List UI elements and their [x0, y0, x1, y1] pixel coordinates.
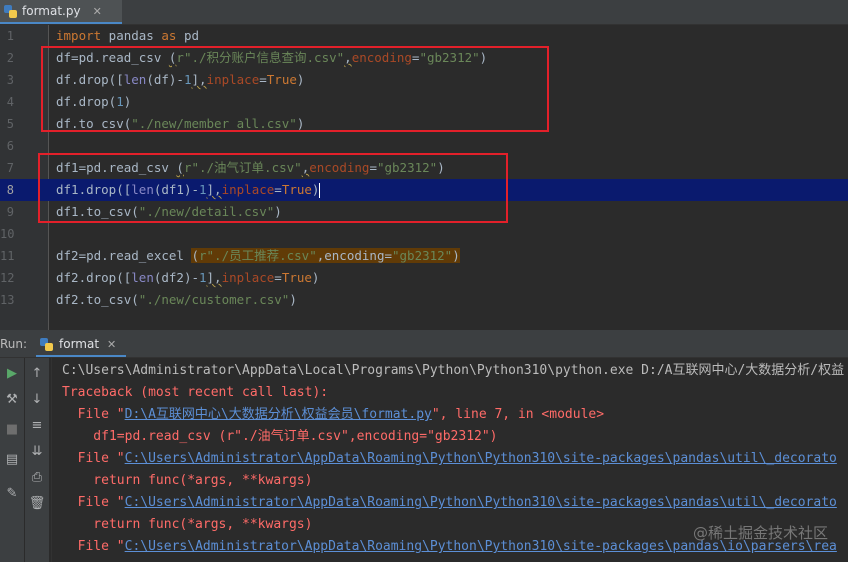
line-number: 8 — [6, 183, 14, 197]
tab-format-py[interactable]: format.py ✕ — [0, 0, 122, 24]
soft-wrap-icon[interactable]: ≡ — [25, 416, 49, 436]
scroll-to-end-icon[interactable]: ⇊ — [25, 442, 49, 462]
console-line: return func(*args, **kwargs) — [62, 517, 313, 532]
python-file-icon — [4, 4, 17, 18]
file-link[interactable]: C:\Users\Administrator\AppData\Roaming\P… — [125, 451, 837, 466]
down-arrow-icon[interactable]: ↓ — [25, 390, 49, 410]
layout-icon[interactable]: ▤ — [0, 450, 24, 470]
line-number: 12 — [0, 271, 15, 285]
code-line[interactable]: 12 df2.drop([len(df2)-1],inplace=True) — [0, 267, 848, 289]
console-line: C:\Users\Administrator\AppData\Local\Pro… — [62, 363, 845, 378]
wrench-icon[interactable]: ⚒ — [0, 390, 24, 410]
line-number: 10 — [0, 227, 15, 241]
python-icon — [40, 337, 53, 351]
run-toolbar-right: ↑ ↓ ≡ ⇊ ⎙ 🗑 — [25, 358, 49, 562]
code-line[interactable]: 11 df2=pd.read_excel (r"./员工推荐.csv",enco… — [0, 245, 848, 267]
close-icon[interactable]: ✕ — [107, 338, 116, 351]
line-number: 13 — [0, 293, 15, 307]
print-icon[interactable]: ⎙ — [25, 468, 49, 488]
file-link[interactable]: D:\A互联网中心\大数据分析\权益会员\format.py — [125, 407, 432, 422]
code-line[interactable]: 1 import pandas as pd — [0, 25, 848, 47]
line-number: 11 — [0, 249, 15, 263]
console-line: return func(*args, **kwargs) — [62, 473, 313, 488]
line-number: 3 — [6, 73, 14, 87]
run-toolbar-left: ▶ ⚒ ■ ▤ ✎ — [0, 358, 24, 562]
line-number: 5 — [6, 117, 14, 131]
console-line: File "C:\Users\Administrator\AppData\Roa… — [62, 495, 837, 510]
code-line[interactable]: 13 df2.to_csv("./new/customer.csv") — [0, 289, 848, 311]
console-line: df1=pd.read_csv (r"./油气订单.csv",encoding=… — [62, 429, 498, 444]
run-panel-header: Run: format ✕ — [0, 333, 848, 358]
line-number: 7 — [6, 161, 14, 175]
tab-filename: format.py — [22, 4, 81, 18]
stop-icon[interactable]: ■ — [0, 420, 24, 440]
file-link[interactable]: C:\Users\Administrator\AppData\Roaming\P… — [125, 495, 837, 510]
watermark: @稀土掘金技术社区 — [692, 524, 828, 542]
run-tab-format[interactable]: format ✕ — [36, 333, 126, 357]
annotation-box — [38, 153, 508, 223]
line-number: 9 — [6, 205, 14, 219]
rerun-icon[interactable]: ▶ — [0, 364, 24, 384]
console-line: File "C:\Users\Administrator\AppData\Roa… — [62, 451, 837, 466]
line-number: 6 — [6, 139, 14, 153]
trash-icon[interactable]: 🗑 — [25, 494, 49, 514]
line-number: 4 — [6, 95, 14, 109]
console-line: Traceback (most recent call last): — [62, 385, 329, 400]
code-line[interactable]: 10 — [0, 223, 848, 245]
run-label: Run: — [0, 337, 28, 351]
line-number: 2 — [6, 51, 14, 65]
line-number: 1 — [6, 29, 14, 43]
up-arrow-icon[interactable]: ↑ — [25, 364, 49, 384]
console-line: File "D:\A互联网中心\大数据分析\权益会员\format.py", l… — [62, 407, 605, 422]
run-tab-label: format — [59, 337, 100, 351]
code-editor[interactable]: 1 import pandas as pd 2 df=pd.read_csv (… — [0, 25, 848, 330]
editor-tab-bar: format.py ✕ — [0, 0, 848, 25]
annotation-box — [41, 46, 549, 132]
pin-icon[interactable]: ✎ — [0, 484, 24, 504]
close-icon[interactable]: ✕ — [93, 5, 102, 18]
